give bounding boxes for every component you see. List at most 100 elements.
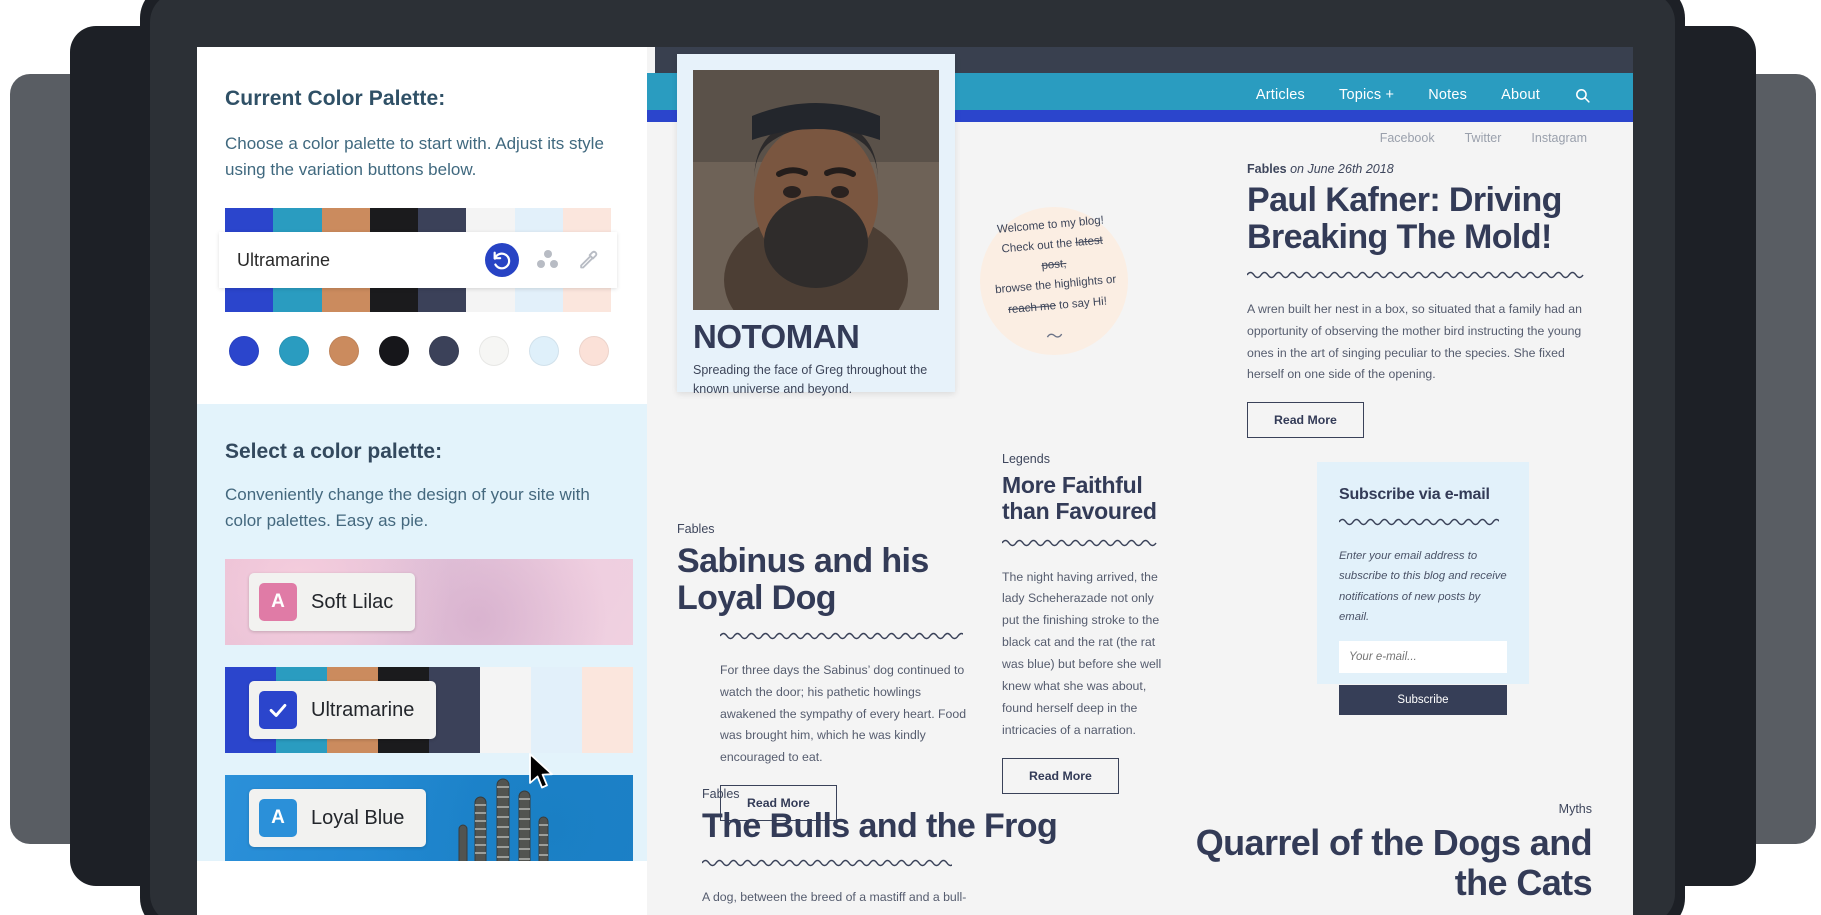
wavy-divider bbox=[1338, 518, 1501, 526]
nav-item-topics[interactable]: Topics + bbox=[1339, 87, 1394, 103]
blob-line-4b: to say Hi! bbox=[1055, 295, 1108, 312]
variations-icon[interactable] bbox=[537, 249, 559, 271]
palette-stripe-segment bbox=[466, 208, 515, 232]
blob-line-3: browse the highlights or bbox=[994, 274, 1117, 297]
social-link-twitter[interactable]: Twitter bbox=[1465, 131, 1502, 145]
article-more-faithful: Legends More Faithful than Favoured The … bbox=[1001, 452, 1167, 794]
palette-badge-icon: A bbox=[259, 799, 297, 837]
palette-stripe-segment bbox=[418, 288, 467, 312]
palette-action-icons bbox=[485, 243, 599, 277]
squiggle-icon: 〜 bbox=[1044, 326, 1064, 347]
article-on-word: on bbox=[1286, 162, 1308, 176]
search-icon[interactable] bbox=[1574, 87, 1591, 104]
palette-stripe-segment bbox=[562, 208, 611, 232]
article-sabinus: Fables Sabinus and his Loyal Dog For thr… bbox=[677, 522, 972, 822]
blob-line-1: Welcome to my blog! bbox=[996, 214, 1105, 236]
site-brand: NOTOMAN bbox=[693, 318, 860, 355]
social-link-facebook[interactable]: Facebook bbox=[1380, 131, 1435, 145]
palette-option-loyal-blue[interactable]: A Loyal Blue bbox=[225, 775, 633, 861]
welcome-blob-text: Welcome to my blog! Check out the latest… bbox=[976, 209, 1132, 322]
palette-stripe-segment bbox=[321, 208, 370, 232]
article-category[interactable]: Fables bbox=[702, 787, 1102, 801]
palette-stripe-segment bbox=[582, 667, 633, 753]
color-swatch[interactable] bbox=[229, 336, 259, 366]
subscribe-button[interactable]: Subscribe bbox=[1339, 685, 1507, 716]
current-palette-title: Current Color Palette: bbox=[225, 87, 446, 110]
palette-option-ultramarine[interactable]: Ultramarine bbox=[225, 667, 633, 753]
palette-badge-icon: A bbox=[259, 583, 297, 621]
article-category[interactable]: Legends bbox=[1002, 452, 1167, 466]
article-category[interactable]: Fables bbox=[677, 522, 972, 536]
article-body: A dog, between the breed of a mastiff an… bbox=[702, 890, 967, 905]
palette-chip[interactable]: A Soft Lilac bbox=[249, 573, 416, 631]
article-title[interactable]: More Faithful than Favoured bbox=[1002, 472, 1167, 525]
palette-stripe-segment bbox=[480, 667, 531, 753]
current-palette-section: Current Color Palette: Choose a color pa… bbox=[197, 47, 647, 404]
palette-stripe-bottom bbox=[225, 288, 611, 312]
article-body: A wren built her nest in a box, so situa… bbox=[1247, 301, 1582, 382]
subscribe-title: Subscribe via e-mail bbox=[1339, 486, 1490, 503]
wavy-divider bbox=[1246, 271, 1584, 279]
article-category[interactable]: Myths bbox=[1187, 802, 1592, 816]
color-swatch[interactable] bbox=[429, 336, 459, 366]
subscribe-description: Enter your email address to subscribe to… bbox=[1339, 550, 1507, 623]
article-date: June 26th 2018 bbox=[1307, 162, 1394, 176]
color-palette-customizer-panel: Current Color Palette: Choose a color pa… bbox=[197, 47, 647, 915]
read-more-button[interactable]: Read More bbox=[1247, 402, 1364, 439]
article-kicker: Fables on June 26th 2018 bbox=[1247, 162, 1597, 176]
profile-card: NOTOMAN Spreading the face of Greg throu… bbox=[677, 54, 955, 396]
palette-name-bar[interactable]: Ultramarine bbox=[219, 232, 617, 288]
article-title[interactable]: Sabinus and his Loyal Dog bbox=[677, 542, 972, 618]
palette-stripe-segment bbox=[466, 288, 515, 312]
mouse-cursor bbox=[529, 753, 553, 789]
color-swatch[interactable] bbox=[279, 336, 309, 366]
palette-option-label: Ultramarine bbox=[311, 698, 415, 721]
palette-stripe-segment bbox=[429, 667, 480, 753]
palette-stripe-segment bbox=[514, 288, 563, 312]
current-palette-control[interactable]: Ultramarine bbox=[219, 208, 619, 312]
color-swatch[interactable] bbox=[529, 336, 559, 366]
cactus-image bbox=[458, 778, 549, 861]
subscribe-widget: Subscribe via e-mail Enter your email ad… bbox=[1317, 462, 1529, 716]
social-link-instagram[interactable]: Instagram bbox=[1531, 131, 1587, 145]
color-swatch[interactable] bbox=[479, 336, 509, 366]
color-swatch[interactable] bbox=[329, 336, 359, 366]
palette-option-soft-lilac[interactable]: A Soft Lilac bbox=[225, 559, 633, 645]
site-preview: Articles Topics + Notes About Facebook T… bbox=[647, 47, 1633, 915]
article-title[interactable]: The Bulls and the Frog bbox=[702, 807, 1102, 845]
article-category[interactable]: Fables bbox=[1247, 162, 1287, 176]
site-tagline: Spreading the face of Greg throughout th… bbox=[693, 363, 928, 397]
palette-stripe-segment bbox=[369, 208, 418, 232]
current-palette-description: Choose a color palette to start with. Ad… bbox=[225, 134, 604, 179]
main-nav: Articles Topics + Notes About bbox=[1256, 87, 1633, 104]
wavy-divider bbox=[701, 860, 955, 867]
select-palette-title: Select a color palette: bbox=[225, 440, 443, 463]
color-swatch[interactable] bbox=[379, 336, 409, 366]
palette-stripe-segment bbox=[369, 288, 418, 312]
color-swatch[interactable] bbox=[579, 336, 609, 366]
palette-chip[interactable]: A Loyal Blue bbox=[249, 789, 427, 847]
screenshot-root: Current Color Palette: Choose a color pa… bbox=[0, 0, 1821, 915]
blob-reach-me-link[interactable]: reach me bbox=[1008, 300, 1057, 316]
palette-stripe-top bbox=[225, 208, 611, 232]
palette-option-label: Loyal Blue bbox=[311, 806, 405, 829]
email-field[interactable] bbox=[1339, 641, 1507, 674]
nav-item-about[interactable]: About bbox=[1501, 87, 1540, 103]
palette-stripe-segment bbox=[531, 667, 582, 753]
profile-photo bbox=[693, 70, 939, 310]
article-bulls-and-frog: Fables The Bulls and the Frog A dog, bet… bbox=[701, 787, 1102, 909]
reset-icon[interactable] bbox=[485, 243, 519, 277]
article-quarrel: Myths Quarrel of the Dogs and the Cats bbox=[1187, 802, 1593, 902]
article-title[interactable]: Paul Kafner: Driving Breaking The Mold! bbox=[1247, 181, 1597, 257]
nav-item-notes[interactable]: Notes bbox=[1428, 87, 1467, 103]
palette-chip[interactable]: Ultramarine bbox=[249, 681, 437, 739]
article-paul-kafner: Fables on June 26th 2018 Paul Kafner: Dr… bbox=[1246, 162, 1597, 439]
article-title[interactable]: Quarrel of the Dogs and the Cats bbox=[1187, 823, 1593, 902]
eyedropper-icon[interactable] bbox=[577, 248, 599, 272]
nav-item-articles[interactable]: Articles bbox=[1256, 87, 1305, 103]
select-palette-section: Select a color palette: Conveniently cha… bbox=[197, 404, 647, 861]
welcome-blob: Welcome to my blog! Check out the latest… bbox=[980, 207, 1128, 355]
palette-stripe-segment bbox=[321, 288, 370, 312]
palette-swatch-row bbox=[225, 336, 619, 366]
checkbox-checked-icon[interactable] bbox=[259, 691, 297, 729]
